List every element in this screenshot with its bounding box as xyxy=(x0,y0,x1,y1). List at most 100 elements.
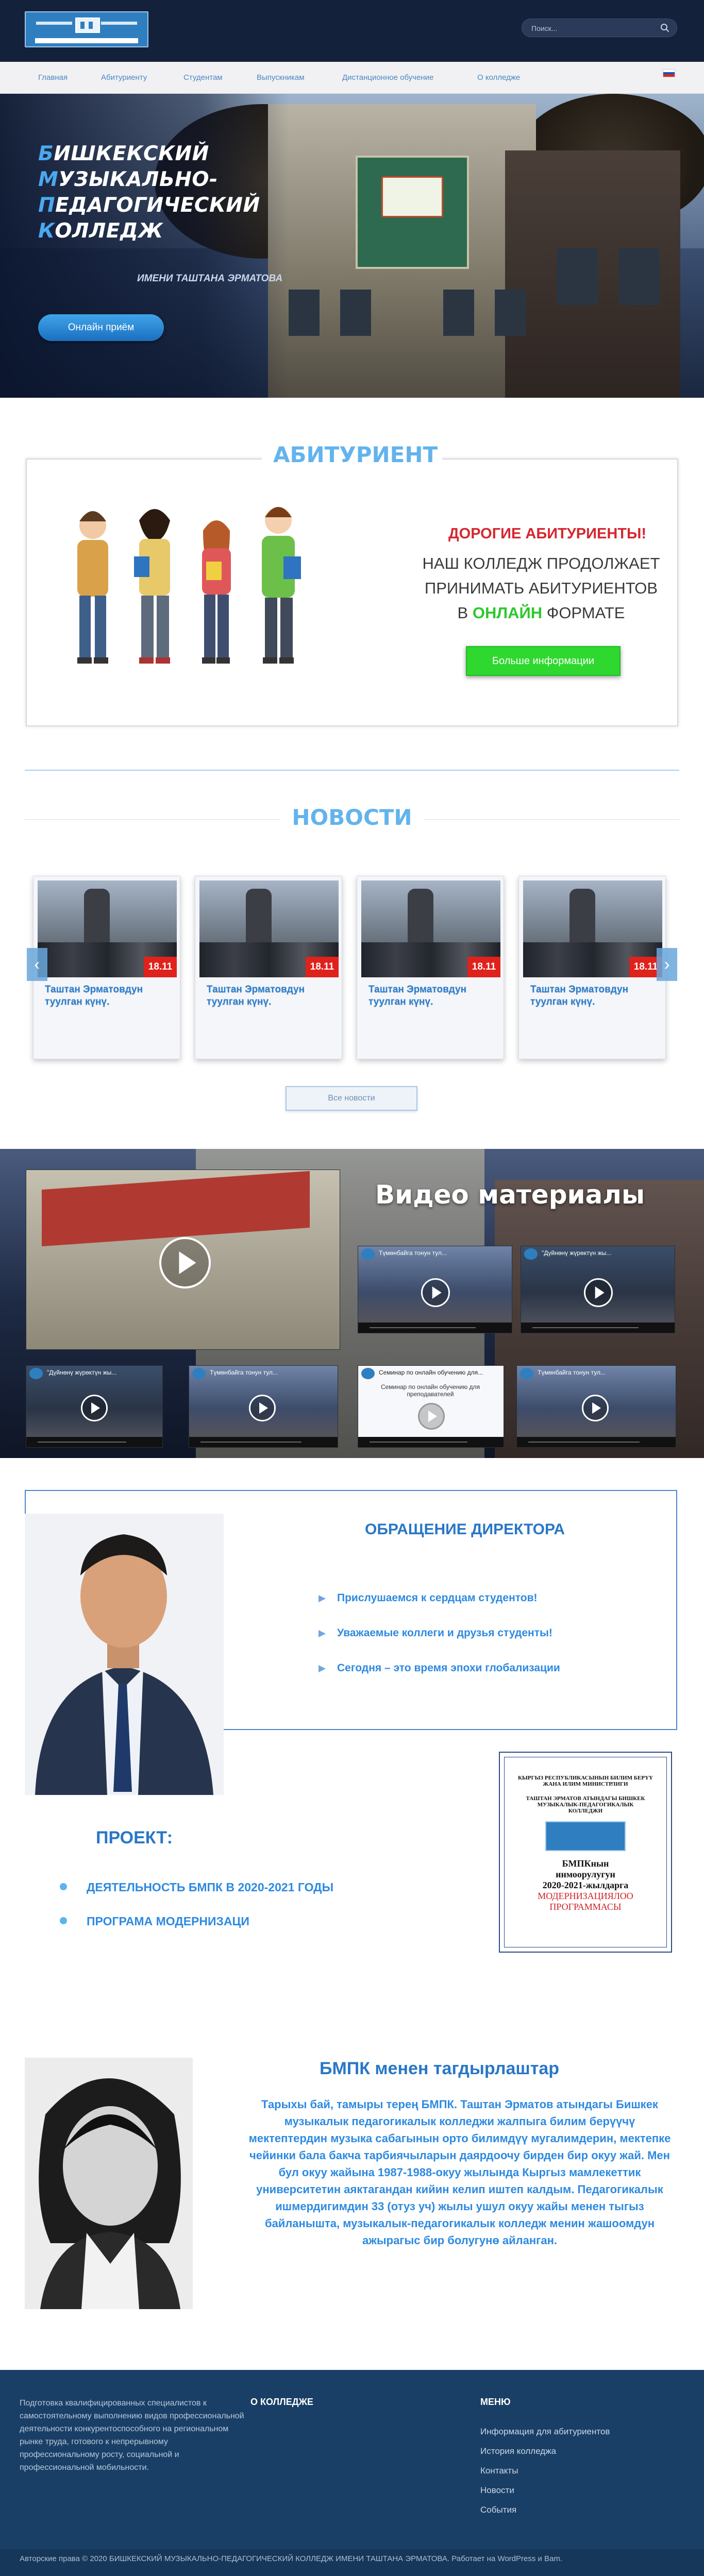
student-figure xyxy=(77,511,108,664)
hero-window xyxy=(618,248,660,305)
play-icon[interactable] xyxy=(418,1403,445,1430)
video-controls[interactable] xyxy=(189,1437,338,1447)
applicants-title: АБИТУРИЕНТ xyxy=(262,442,442,467)
channel-logo xyxy=(361,1368,375,1379)
news-title-link[interactable]: Таштан Эрматовдун туулган күнү. xyxy=(45,984,169,1008)
video-featured[interactable] xyxy=(26,1170,340,1350)
modernization-doc-thumb[interactable]: КЫРГЫЗ РЕСПУБЛИКАСЫНЫН БИЛИМ БЕРҮҮ ЖАНА … xyxy=(499,1752,672,1953)
hero-window xyxy=(495,290,526,336)
video-thumb-title: Семинар по онлайн обучению для... xyxy=(379,1369,483,1376)
project-item[interactable]: ДЕЯТЕЛЬНОСТЬ БМПК В 2020-2021 ГОДЫ xyxy=(59,1880,333,1894)
nav-item-about[interactable]: О колледже xyxy=(477,73,520,82)
video-thumb[interactable]: Түмөнбайга тонун тул... xyxy=(358,1246,512,1333)
nav-item-graduates[interactable]: Выпускникам xyxy=(257,73,305,82)
search-input[interactable] xyxy=(531,23,645,33)
footer-link[interactable]: Новости xyxy=(480,2485,514,2496)
search-icon[interactable] xyxy=(660,23,669,32)
director-item[interactable]: Сегодня – это время эпохи глобализации xyxy=(319,1662,560,1674)
footer-link[interactable]: События xyxy=(480,2505,516,2515)
news-title-link[interactable]: Таштан Эрматовдун туулган күнү. xyxy=(368,984,492,1008)
college-logo[interactable] xyxy=(25,11,148,47)
student-figure xyxy=(202,520,231,664)
hero-title-cap: Б xyxy=(38,142,54,165)
footer-link[interactable]: Информация для абитуриентов xyxy=(480,2427,610,2437)
director-item[interactable]: Прислушаемся к сердцам студентов! xyxy=(319,1592,538,1604)
footer-link[interactable]: Контакты xyxy=(480,2466,518,2476)
news-title: НОВОСТИ xyxy=(279,805,425,830)
video-controls[interactable] xyxy=(26,1437,162,1447)
video-controls[interactable] xyxy=(358,1437,504,1447)
chevron-left-icon[interactable]: ‹ xyxy=(27,948,47,981)
news-title-link[interactable]: Таштан Эрматовдун туулган күнү. xyxy=(207,984,330,1008)
news-date-badge: 18.11 xyxy=(306,957,339,977)
more-info-button[interactable]: Больше информации xyxy=(466,646,621,676)
video-thumb[interactable]: Семинар по онлайн обучению для... Семина… xyxy=(358,1365,504,1448)
nav-item-home[interactable]: Главная xyxy=(38,73,68,82)
news-image: 18.11 xyxy=(361,880,500,977)
bmpk-photo xyxy=(25,2058,193,2309)
video-thumb-title: Түмөнбайга тонун тул... xyxy=(210,1369,278,1376)
director-title: ОБРАЩЕНИЕ ДИРЕКТОРА xyxy=(365,1521,565,1538)
video-controls[interactable] xyxy=(521,1323,675,1333)
hero-title-line: БИШКЕКСКИЙ xyxy=(38,141,306,167)
video-thumb[interactable]: Түмөнбайга тонун тул... xyxy=(189,1365,338,1448)
video-thumb-title: "Дүйнөнү жүрөктүн жы... xyxy=(47,1369,117,1376)
play-icon[interactable] xyxy=(81,1395,108,1421)
video-controls[interactable] xyxy=(517,1437,676,1447)
project-item[interactable]: ПРОГРАМА МОДЕРНИЗАЦИ xyxy=(60,1914,249,1928)
video-thumb-title: "Дүйнөнү жүрөктүн жы... xyxy=(542,1249,612,1257)
video-title: Видео материалы xyxy=(375,1180,645,1210)
play-icon[interactable] xyxy=(584,1278,613,1307)
play-icon[interactable] xyxy=(582,1395,609,1421)
play-icon[interactable] xyxy=(421,1278,450,1307)
hero-overlay xyxy=(0,94,289,398)
channel-logo xyxy=(520,1368,533,1379)
footer: Подготовка квалифицированных специалисто… xyxy=(0,2370,704,2576)
logo-strip xyxy=(35,38,138,43)
hero-title-rest: ИШКЕКСКИЙ xyxy=(54,142,209,165)
channel-logo xyxy=(29,1368,43,1379)
director-photo xyxy=(25,1514,224,1795)
nav-item-distance-learning[interactable]: Дистанционное обучение xyxy=(342,73,433,82)
play-icon[interactable] xyxy=(159,1237,211,1289)
online-admission-button[interactable]: Онлайн приём xyxy=(38,314,164,341)
news-card[interactable]: 18.11 Таштан Эрматовдун туулган күнү. xyxy=(195,876,342,1059)
hero-subtitle: ИМЕНИ ТАШТАНА ЭРМАТОВА xyxy=(137,273,283,284)
news-card[interactable]: 18.11 Таштан Эрматовдун туулган күнү. xyxy=(518,876,666,1059)
nav-item-students[interactable]: Студентам xyxy=(183,73,223,82)
nav-item-applicants[interactable]: Абитуриенту xyxy=(101,73,147,82)
news-date-badge: 18.11 xyxy=(467,957,500,977)
news-image: 18.11 xyxy=(199,880,339,977)
video-sign xyxy=(42,1171,310,1247)
footer-link[interactable]: История колледжа xyxy=(480,2446,556,2456)
applicants-text-pre: В xyxy=(457,604,473,622)
bmpk-text: Тарыхы бай, тамыры терең БМПК. Таштан Эр… xyxy=(248,2098,671,2247)
flag-ru-icon[interactable] xyxy=(663,69,675,77)
doc-line: ТАШТАН ЭРМАТОВ АТЫНДАГЫ БИШКЕК МУЗЫКАЛЫК… xyxy=(526,1795,645,1814)
footer-col-about-title: О КОЛЛЕДЖЕ xyxy=(250,2397,313,2407)
logo-wing-right xyxy=(101,22,137,25)
play-icon[interactable] xyxy=(249,1395,276,1421)
project-title: ПРОЕКТ: xyxy=(96,1828,173,1848)
news-title-link[interactable]: Таштан Эрматовдун туулган күнү. xyxy=(530,984,654,1008)
main-nav: Главная Абитуриенту Студентам Выпускника… xyxy=(0,62,704,94)
video-thumb[interactable]: "Дүйнөнү жүрөктүн жы... xyxy=(26,1365,163,1448)
video-thumb[interactable]: Түмөнбайга тонун тул... xyxy=(516,1365,676,1448)
hero-window xyxy=(289,290,320,336)
footer-col-menu-title: МЕНЮ xyxy=(480,2397,511,2407)
doc-page: КЫРГЫЗ РЕСПУБЛИКАСЫНЫН БИЛИМ БЕРҮҮ ЖАНА … xyxy=(504,1757,667,1947)
news-statue xyxy=(84,889,110,951)
all-news-button[interactable]: Все новости xyxy=(286,1086,417,1111)
video-thumb[interactable]: "Дүйнөнү жүрөктүн жы... xyxy=(521,1246,675,1333)
director-item[interactable]: Уважаемые коллеги и друзья студенты! xyxy=(319,1627,552,1639)
video-controls[interactable] xyxy=(358,1323,512,1333)
chevron-right-icon[interactable]: › xyxy=(657,948,677,981)
news-image: 18.11 xyxy=(38,880,177,977)
video-seminar-caption: Семинар по онлайн обучению для преподава… xyxy=(380,1383,480,1398)
news-card[interactable]: 18.11 Таштан Эрматовдун туулган күнү. xyxy=(33,876,180,1059)
hero-title-rest: ЕДАГОГИЧЕСКИЙ xyxy=(55,194,260,217)
news-statue xyxy=(408,889,433,951)
news-card[interactable]: 18.11 Таштан Эрматовдун туулган күнү. xyxy=(357,876,504,1059)
hero-window xyxy=(557,248,598,305)
copyright-text: Авторские права © 2020 БИШКЕКСКИЙ МУЗЫКА… xyxy=(20,2554,563,2563)
